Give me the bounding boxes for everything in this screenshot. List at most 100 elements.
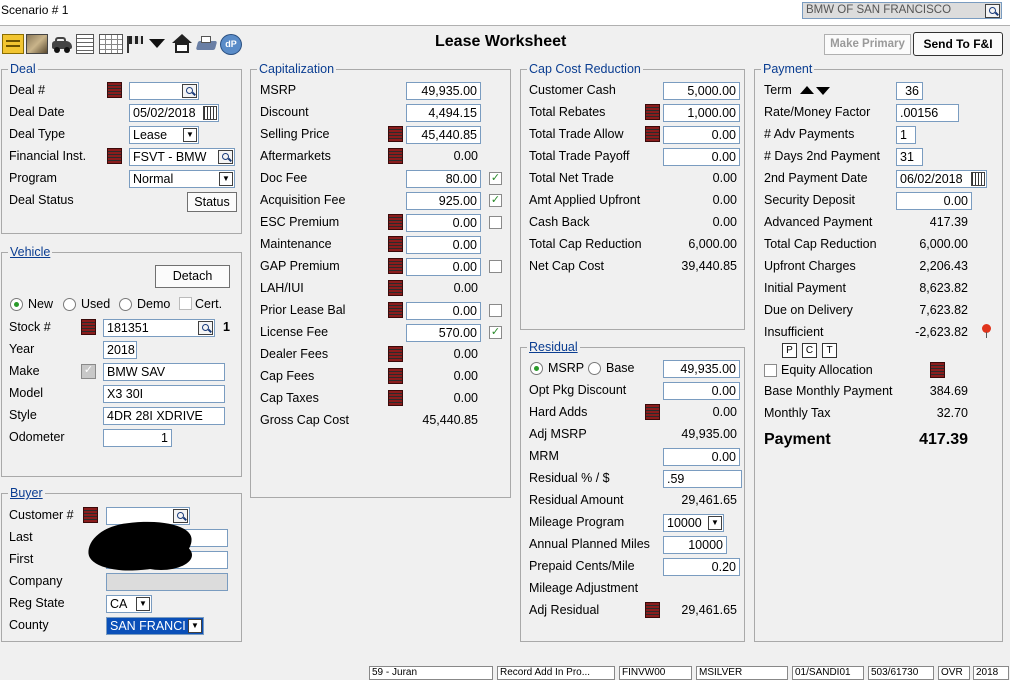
capitalization-row-book-icon[interactable] xyxy=(388,148,403,164)
deal-type-select[interactable]: Lease▼ xyxy=(129,126,199,144)
capitalization-row-checkbox[interactable]: ✓ xyxy=(489,194,502,207)
county-select[interactable]: SAN FRANCI▼ xyxy=(106,617,204,635)
financial-inst-input[interactable]: FSVT - BMW xyxy=(129,148,235,166)
odometer-input[interactable]: 1 xyxy=(103,429,172,447)
style-input[interactable]: 4DR 28I XDRIVE xyxy=(103,407,225,425)
deal-no-book-icon[interactable] xyxy=(107,82,122,98)
cap-cost-reduction-row-input[interactable]: 5,000.00 xyxy=(663,82,740,100)
map-icon[interactable] xyxy=(26,34,48,54)
make-lock-checkbox[interactable]: ✓ xyxy=(81,364,96,379)
capitalization-row-book-icon[interactable] xyxy=(388,368,403,384)
capitalization-row-input[interactable]: 45,440.85 xyxy=(406,126,481,144)
make-input[interactable]: BMW SAV xyxy=(103,363,225,381)
demo-radio[interactable] xyxy=(119,298,132,311)
program-chevron-down-icon[interactable]: ▼ xyxy=(219,172,233,186)
p-button[interactable]: P xyxy=(782,343,797,358)
opt-pkg-input[interactable]: 0.00 xyxy=(663,382,740,400)
mileage-program-chevron-down-icon[interactable]: ▼ xyxy=(708,516,722,530)
days-2nd-input[interactable]: 31 xyxy=(896,148,923,166)
residual-msrp-input[interactable]: 49,935.00 xyxy=(663,360,740,378)
cap-cost-reduction-row-input[interactable]: 0.00 xyxy=(663,126,740,144)
detach-button[interactable]: Detach xyxy=(155,265,230,288)
capitalization-row-book-icon[interactable] xyxy=(388,126,403,142)
adv-payments-input[interactable]: 1 xyxy=(896,126,916,144)
cert-checkbox[interactable] xyxy=(179,297,192,310)
term-down-icon[interactable] xyxy=(816,87,830,95)
capitalization-row-input[interactable]: 925.00 xyxy=(406,192,481,210)
term-input[interactable]: 36 xyxy=(896,82,923,100)
make-primary-button[interactable]: Make Primary xyxy=(824,34,911,55)
capitalization-row-input[interactable]: 570.00 xyxy=(406,324,481,342)
equity-book-icon[interactable] xyxy=(930,362,945,378)
capitalization-row-input[interactable]: 4,494.15 xyxy=(406,104,481,122)
capitalization-row-checkbox[interactable]: ✓ xyxy=(489,326,502,339)
deal-type-chevron-down-icon[interactable]: ▼ xyxy=(183,128,197,142)
capitalization-row-checkbox[interactable] xyxy=(489,304,502,317)
capitalization-row-input[interactable]: 0.00 xyxy=(406,258,481,276)
c-button[interactable]: C xyxy=(802,343,817,358)
send-to-fi-button[interactable]: Send To F&I xyxy=(913,32,1003,56)
capitalization-row-input[interactable]: 49,935.00 xyxy=(406,82,481,100)
customer-book-icon[interactable] xyxy=(83,507,98,523)
dealer-search-icon[interactable] xyxy=(985,4,1000,18)
cap-cost-reduction-row-book-icon[interactable] xyxy=(645,104,660,120)
term-up-icon[interactable] xyxy=(800,86,814,94)
deal-date-calendar-icon[interactable] xyxy=(203,106,217,120)
reg-state-chevron-down-icon[interactable]: ▼ xyxy=(136,597,150,611)
t-button[interactable]: T xyxy=(822,343,837,358)
capitalization-row-book-icon[interactable] xyxy=(388,346,403,362)
residual-msrp-radio[interactable] xyxy=(530,362,543,375)
rate-input[interactable]: .00156 xyxy=(896,104,959,122)
hard-adds-book-icon[interactable] xyxy=(645,404,660,420)
capitalization-row-input[interactable]: 80.00 xyxy=(406,170,481,188)
capitalization-row-book-icon[interactable] xyxy=(388,258,403,274)
dropdown-arrow-icon[interactable] xyxy=(149,39,165,48)
notepad-icon[interactable] xyxy=(2,34,24,54)
used-radio[interactable] xyxy=(63,298,76,311)
capitalization-row-input[interactable]: 0.00 xyxy=(406,236,481,254)
stock-search-icon[interactable] xyxy=(198,321,213,335)
residual-pct-input[interactable]: .59 xyxy=(663,470,742,488)
deal-no-search-icon[interactable] xyxy=(182,84,197,98)
financial-inst-book-icon[interactable] xyxy=(107,148,122,164)
dp-icon[interactable]: dP xyxy=(220,34,242,55)
capitalization-row-book-icon[interactable] xyxy=(388,214,403,230)
customer-search-icon[interactable] xyxy=(173,509,188,523)
stock-book-icon[interactable] xyxy=(81,319,96,335)
capitalization-row-book-icon[interactable] xyxy=(388,280,403,296)
equity-allocation-checkbox[interactable] xyxy=(764,364,777,377)
stock-input[interactable]: 181351 xyxy=(103,319,215,337)
reg-state-select[interactable]: CA▼ xyxy=(106,595,152,613)
residual-base-radio[interactable] xyxy=(588,362,601,375)
program-select[interactable]: Normal▼ xyxy=(129,170,235,188)
county-chevron-down-icon[interactable]: ▼ xyxy=(188,619,202,633)
year-input[interactable]: 2018 xyxy=(103,341,137,359)
document-icon[interactable] xyxy=(76,34,94,54)
prepaid-input[interactable]: 0.20 xyxy=(663,558,740,576)
flag-icon[interactable] xyxy=(124,34,146,54)
financial-inst-search-icon[interactable] xyxy=(218,150,233,164)
dealer-field[interactable]: BMW OF SAN FRANCISCO xyxy=(802,2,1002,19)
capitalization-row-checkbox[interactable] xyxy=(489,216,502,229)
car-icon[interactable] xyxy=(50,34,72,54)
capitalization-row-checkbox[interactable]: ✓ xyxy=(489,172,502,185)
capitalization-row-input[interactable]: 0.00 xyxy=(406,302,481,320)
capitalization-row-book-icon[interactable] xyxy=(388,390,403,406)
model-input[interactable]: X3 30I xyxy=(103,385,225,403)
deal-no-input[interactable] xyxy=(129,82,199,100)
printer-icon[interactable] xyxy=(195,34,217,54)
capitalization-row-input[interactable]: 0.00 xyxy=(406,214,481,232)
capitalization-row-checkbox[interactable] xyxy=(489,260,502,273)
deal-date-input[interactable]: 05/02/2018 xyxy=(129,104,219,122)
mrm-input[interactable]: 0.00 xyxy=(663,448,740,466)
home-icon[interactable] xyxy=(171,34,193,54)
company-input[interactable] xyxy=(106,573,228,591)
second-date-input[interactable]: 06/02/2018 xyxy=(896,170,987,188)
capitalization-row-book-icon[interactable] xyxy=(388,236,403,252)
annual-miles-input[interactable]: 10000 xyxy=(663,536,727,554)
cap-cost-reduction-row-input[interactable]: 1,000.00 xyxy=(663,104,740,122)
security-input[interactable]: 0.00 xyxy=(896,192,972,210)
capitalization-row-book-icon[interactable] xyxy=(388,302,403,318)
cap-cost-reduction-row-input[interactable]: 0.00 xyxy=(663,148,740,166)
cap-cost-reduction-row-book-icon[interactable] xyxy=(645,126,660,142)
